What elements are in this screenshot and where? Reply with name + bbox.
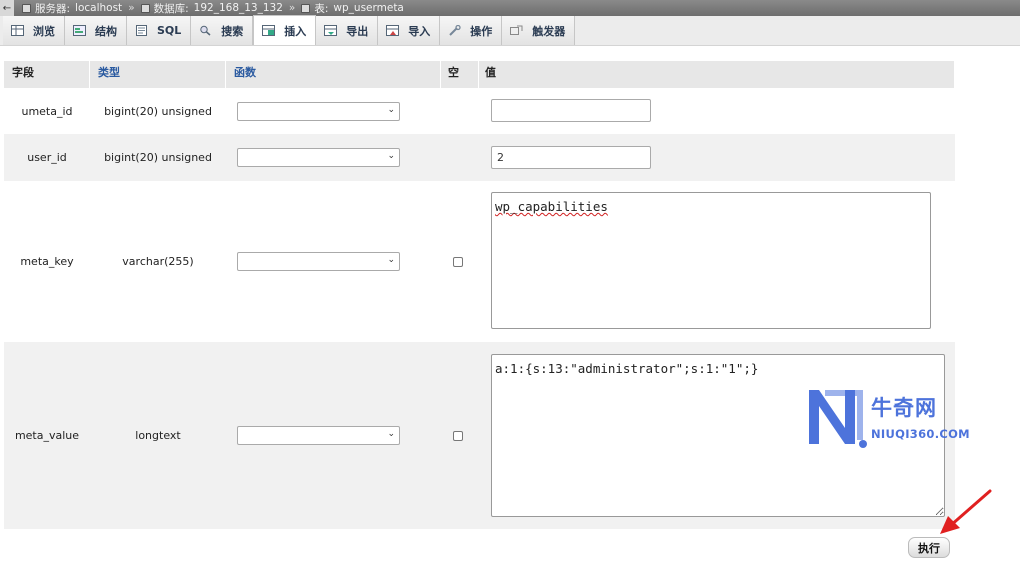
table-row: meta_key varchar(255) ⌄ wp_capabilities [4,181,955,342]
tab-structure[interactable]: 结构 [65,16,127,45]
null-checkbox[interactable] [453,430,463,441]
table-row: user_id bigint(20) unsigned ⌄ [4,134,955,181]
tab-search[interactable]: 搜索 [191,16,254,45]
value-input-umeta-id[interactable] [491,99,651,122]
breadcrumb-database[interactable]: 数据库: 192_168_13_132 [140,1,283,16]
tab-insert[interactable]: 插入 [253,15,317,45]
header-type[interactable]: 类型 [90,61,226,88]
field-type: bigint(20) unsigned [104,104,212,118]
niuqi-logo-icon [809,390,867,448]
field-type: bigint(20) unsigned [104,151,212,164]
field-type: varchar(255) [122,255,194,268]
breadcrumb: ← 服务器: localhost » 数据库: 192_168_13_132 »… [0,0,1020,16]
header-value: 值 [479,61,955,88]
insert-icon [262,25,276,36]
tab-export[interactable]: 导出 [316,16,379,45]
execute-button[interactable]: 执行 [908,537,950,558]
value-text: wp_capabilities [495,199,608,214]
sql-icon [135,25,148,36]
field-name: umeta_id [21,104,73,118]
breadcrumb-server[interactable]: 服务器: localhost [22,1,122,16]
null-checkbox[interactable] [453,256,463,267]
header-null: 空 [441,61,479,88]
browse-icon [11,25,24,36]
import-icon [386,25,400,36]
field-name: meta_key [20,255,74,268]
breadcrumb-separator: » [288,2,296,14]
back-arrow-icon[interactable]: ← [0,0,14,16]
tab-browse[interactable]: 浏览 [3,16,65,45]
watermark-logo: 牛奇网 NIUQI360.COM [805,386,1015,452]
field-name: user_id [27,151,67,164]
tab-operations[interactable]: 操作 [440,16,503,45]
tab-bar: 浏览 结构 SQL 搜索 插入 导出 导入 操作 触发器 [0,15,1020,46]
watermark-domain: NIUQI360.COM [871,427,970,441]
table-header: 字段 类型 函数 空 值 [4,61,955,88]
watermark-name: 牛奇网 [871,396,937,420]
export-icon [324,25,338,36]
value-textarea-meta-key[interactable]: wp_capabilities [491,192,931,329]
function-select[interactable] [237,148,400,167]
function-select[interactable] [237,426,400,445]
tab-sql[interactable]: SQL [127,16,192,45]
trigger-icon [510,25,523,36]
annotation-arrow-icon [940,489,992,534]
field-type: longtext [135,429,181,442]
search-icon [199,25,212,36]
wrench-icon [448,25,461,36]
table-row: umeta_id bigint(20) unsigned ⌄ [4,88,955,134]
function-select[interactable] [237,101,400,121]
header-field: 字段 [4,61,90,88]
tab-triggers[interactable]: 触发器 [502,16,576,45]
server-icon [22,3,31,13]
value-input-user-id[interactable] [491,146,651,169]
structure-icon [73,25,86,36]
table-icon [301,3,311,13]
field-name: meta_value [14,429,80,442]
database-icon [140,3,150,13]
header-function[interactable]: 函数 [226,61,441,88]
breadcrumb-separator: » [128,2,135,14]
breadcrumb-table[interactable]: 表: wp_usermeta [301,1,404,16]
function-select[interactable] [237,252,400,271]
tab-import[interactable]: 导入 [378,16,441,45]
